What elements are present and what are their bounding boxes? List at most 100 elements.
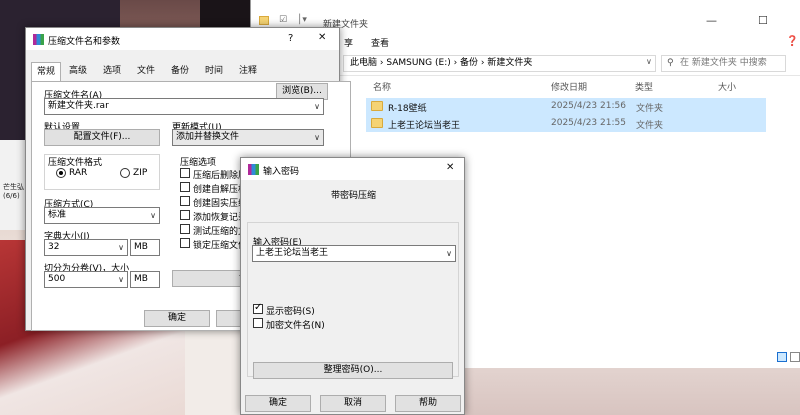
option-checkbox[interactable] <box>180 210 190 220</box>
option-checkbox[interactable] <box>180 182 190 192</box>
dict-unit-select[interactable]: MB <box>130 239 160 256</box>
cancel-button[interactable]: 取消 <box>320 395 386 412</box>
close-icon[interactable]: ✕ <box>318 32 326 43</box>
file-name: R-18壁纸 <box>388 104 427 114</box>
option-checkbox[interactable] <box>180 168 190 178</box>
ribbon-tab-view[interactable]: 查看 <box>371 36 389 49</box>
help-icon[interactable]: ? <box>288 33 293 44</box>
ok-button[interactable]: 确定 <box>245 395 311 412</box>
dropdown-chevron-icon[interactable]: ∨ <box>646 57 652 66</box>
ribbon-tab-share[interactable]: 享 <box>344 36 353 49</box>
close-icon[interactable]: ✕ <box>446 162 454 173</box>
password-input[interactable]: 上老王论坛当老王 ∨ <box>252 245 456 262</box>
search-placeholder: 在 新建文件夹 中搜索 <box>680 58 767 68</box>
file-type: 文件夹 <box>636 121 664 131</box>
tab-comment[interactable]: 注释 <box>233 62 263 82</box>
options-label: 压缩选项 <box>180 158 217 168</box>
file-row[interactable]: 上老王论坛当老王 2025/4/23 21:55 文件夹 <box>366 115 766 132</box>
radio-zip-label: ZIP <box>133 168 148 178</box>
archive-name-input[interactable]: 新建文件夹.rar ∨ <box>44 98 324 115</box>
chevron-down-icon: ∨ <box>314 133 320 142</box>
option-label: 压缩后删除原 <box>193 171 248 181</box>
password-dialog-title-bar: 输入密码 ✕ <box>241 158 464 180</box>
file-type: 文件夹 <box>636 104 664 114</box>
dict-size-value: 32 <box>48 242 60 252</box>
chevron-down-icon: ∨ <box>314 102 320 111</box>
option-checkbox[interactable] <box>180 238 190 248</box>
address-path: 此电脑 › SAMSUNG (E:) › 备份 › 新建文件夹 <box>350 58 533 68</box>
radio-rar[interactable] <box>56 168 66 178</box>
option-checkbox[interactable] <box>180 224 190 234</box>
show-password-checkbox[interactable] <box>253 302 263 314</box>
minimize-icon[interactable]: — <box>706 14 717 27</box>
file-row[interactable]: R-18壁纸 2025/4/23 21:56 文件夹 <box>366 98 766 115</box>
dict-size-select[interactable]: 32 ∨ <box>44 239 128 256</box>
quick-access-icon[interactable]: ☑ <box>279 15 287 25</box>
format-label: 压缩文件格式 <box>48 158 103 168</box>
tab-time[interactable]: 时间 <box>199 62 229 82</box>
password-dialog: 输入密码 ✕ 带密码压缩 输入密码(E) 上老王论坛当老王 ∨ 显示密码(S) … <box>240 157 465 415</box>
column-header-name[interactable]: 名称 <box>373 80 391 93</box>
option-label: 创建固实压缩 <box>193 199 248 209</box>
radio-rar-label: RAR <box>69 168 88 178</box>
password-value: 上老王论坛当老王 <box>256 248 329 258</box>
split-size-value: 500 <box>48 274 66 284</box>
search-icon: ⚲ <box>667 58 674 68</box>
organize-passwords-button[interactable]: 整理密码(O)... <box>253 362 453 379</box>
split-unit-value: MB <box>134 274 148 284</box>
column-header-type[interactable]: 类型 <box>635 80 653 93</box>
winrar-icon <box>248 164 259 175</box>
option-label: 测试压缩的文 <box>193 227 248 237</box>
tab-files[interactable]: 文件 <box>131 62 161 82</box>
method-value: 标准 <box>48 210 67 220</box>
option-label: 创建自解压格 <box>193 185 248 195</box>
undo-icon[interactable]: │▾ <box>297 15 307 25</box>
folder-icon <box>259 16 269 25</box>
chevron-down-icon: ∨ <box>118 243 124 252</box>
chevron-down-icon: ∨ <box>150 211 156 220</box>
option-checkbox[interactable] <box>180 196 190 206</box>
dict-unit-value: MB <box>134 242 148 252</box>
tab-advanced[interactable]: 高级 <box>63 62 93 82</box>
ok-button[interactable]: 确定 <box>144 310 210 327</box>
profile-button[interactable]: 配置文件(F)... <box>44 129 160 146</box>
file-date: 2025/4/23 21:56 <box>551 101 626 111</box>
dialog-title-bar: 压缩文件名和参数 ? ✕ <box>26 28 339 50</box>
search-input[interactable]: ⚲ 在 新建文件夹 中搜索 <box>661 55 786 72</box>
details-view-icon[interactable] <box>777 352 787 362</box>
password-heading: 带密码压缩 <box>330 191 376 201</box>
tab-backup[interactable]: 备份 <box>165 62 195 82</box>
option-label: 锁定压缩文件 <box>193 241 248 251</box>
chevron-down-icon: ∨ <box>118 275 124 284</box>
column-header-date[interactable]: 修改日期 <box>551 80 587 93</box>
address-bar[interactable]: 此电脑 › SAMSUNG (E:) › 备份 › 新建文件夹 <box>343 55 656 72</box>
column-header-size[interactable]: 大小 <box>718 80 736 93</box>
wallpaper-label: (6/6) <box>3 192 20 200</box>
folder-icon <box>371 101 383 111</box>
split-size-input[interactable]: 500 ∨ <box>44 271 128 288</box>
tiles-view-icon[interactable] <box>790 352 800 362</box>
help-button[interactable]: 帮助 <box>395 395 461 412</box>
encrypt-names-label: 加密文件名(N) <box>266 321 325 331</box>
maximize-icon[interactable]: ☐ <box>758 14 768 27</box>
dialog-title: 压缩文件名和参数 <box>48 37 121 47</box>
encrypt-names-checkbox[interactable] <box>253 318 263 328</box>
method-select[interactable]: 标准 ∨ <box>44 207 160 224</box>
update-mode-value: 添加并替换文件 <box>176 132 240 142</box>
show-password-label: 显示密码(S) <box>266 307 315 317</box>
update-mode-select[interactable]: 添加并替换文件 ∨ <box>172 129 324 146</box>
file-name: 上老王论坛当老王 <box>388 121 461 131</box>
tab-general[interactable]: 常规 <box>31 62 61 82</box>
split-unit-select[interactable]: MB <box>130 271 160 288</box>
wallpaper-skin-region <box>185 330 245 415</box>
file-date: 2025/4/23 21:55 <box>551 118 626 128</box>
tab-options[interactable]: 选项 <box>97 62 127 82</box>
password-dialog-title: 输入密码 <box>263 167 300 177</box>
archive-name-value: 新建文件夹.rar <box>48 101 109 111</box>
wallpaper-label: 芒生弘 <box>3 183 24 191</box>
help-icon[interactable]: ❓ <box>786 36 798 47</box>
folder-icon <box>371 118 383 128</box>
radio-zip[interactable] <box>120 168 130 178</box>
chevron-down-icon: ∨ <box>446 249 452 258</box>
option-label: 添加恢复记录 <box>193 213 248 223</box>
